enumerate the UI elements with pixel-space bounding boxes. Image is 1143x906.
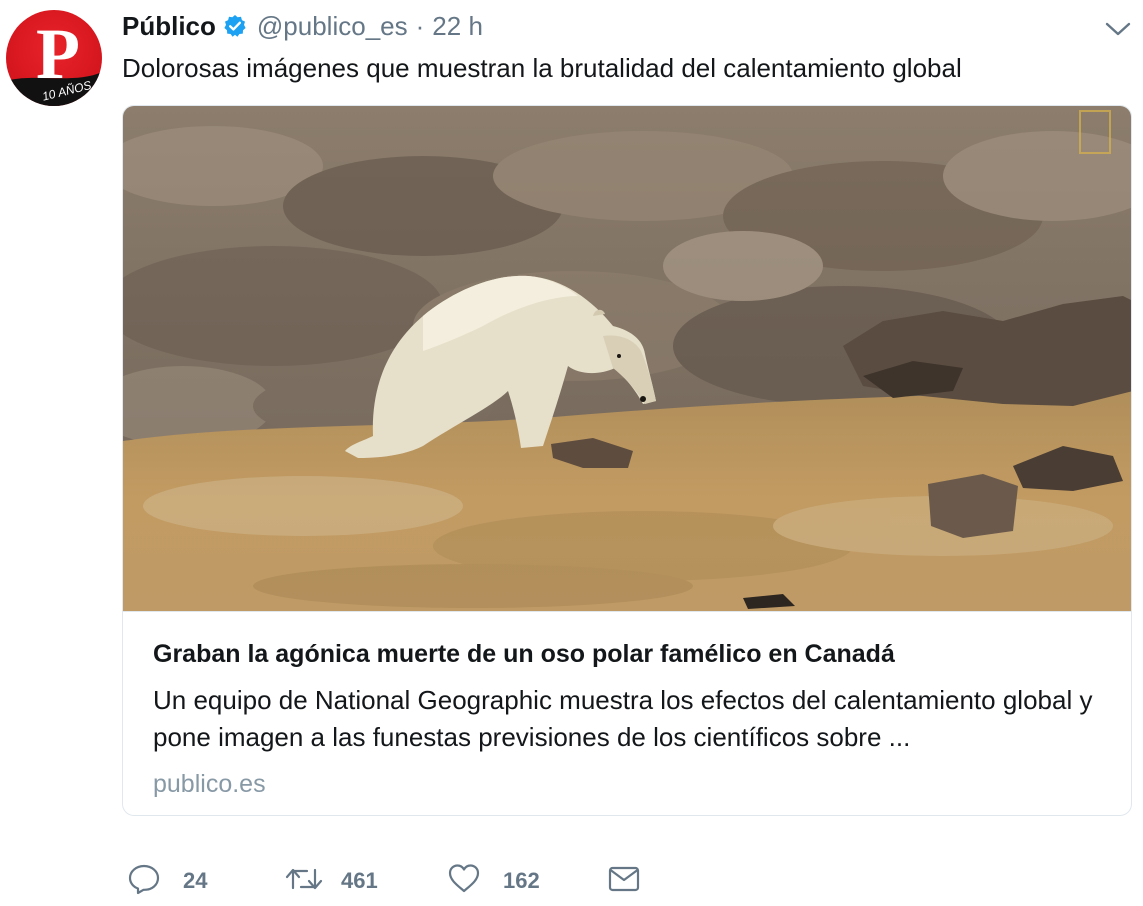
verified-badge-icon <box>223 14 247 38</box>
author-handle[interactable]: @publico_es <box>257 11 408 42</box>
direct-message-button[interactable] <box>607 862 641 900</box>
heart-icon <box>447 862 481 901</box>
like-count: 162 <box>503 868 540 893</box>
card-body: Graban la agónica muerte de un oso polar… <box>123 611 1131 815</box>
author-name[interactable]: Público <box>122 11 216 42</box>
tweet-text: Dolorosas imágenes que muestran la bruta… <box>122 53 962 83</box>
link-card[interactable]: Graban la agónica muerte de un oso polar… <box>122 105 1132 816</box>
separator-dot: · <box>415 10 425 41</box>
like-button[interactable]: 162 <box>447 862 540 900</box>
envelope-icon <box>607 862 641 901</box>
tweet-time[interactable]: 22 h <box>432 11 483 42</box>
retweet-button[interactable]: 461 <box>285 862 378 900</box>
retweet-count: 461 <box>341 868 378 893</box>
card-title: Graban la agónica muerte de un oso polar… <box>153 640 895 668</box>
card-description: Un equipo de National Geographic muestra… <box>153 685 1093 752</box>
tweet-header: Público @publico_es · 22 h <box>122 8 483 44</box>
card-image <box>123 106 1131 611</box>
reply-count: 24 <box>183 868 208 893</box>
avatar[interactable]: P 10 AÑOS <box>6 10 102 106</box>
reply-button[interactable]: 24 <box>127 862 207 900</box>
publico-logo: P 10 AÑOS <box>6 14 102 106</box>
reply-icon <box>127 862 161 901</box>
chevron-down-icon[interactable] <box>1103 18 1133 40</box>
card-domain: publico.es <box>153 770 266 798</box>
tweet-actions: 24 461 162 <box>127 862 727 900</box>
retweet-icon <box>285 862 323 901</box>
